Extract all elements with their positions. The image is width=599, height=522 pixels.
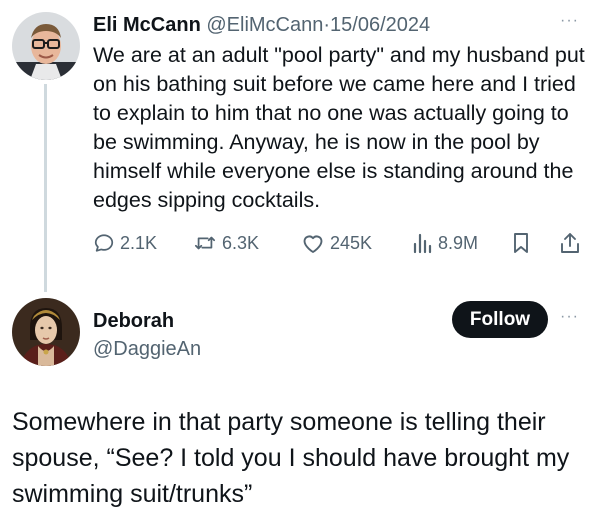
- bookmark-icon: [511, 232, 531, 254]
- reply-button[interactable]: 2.1K: [93, 228, 157, 258]
- tweet-text: We are at an adult "pool party" and my h…: [93, 43, 585, 212]
- views-count: 8.9M: [438, 232, 479, 253]
- reply-icon: [93, 232, 115, 254]
- thread-connector-line: [44, 84, 47, 292]
- author-handle[interactable]: @EliMcCann: [206, 14, 323, 36]
- like-count: 245K: [330, 232, 373, 253]
- reply-text: Somewhere in that party someone is telli…: [12, 408, 570, 508]
- heart-icon: [301, 232, 325, 254]
- reply-author-handle[interactable]: @DaggieAn: [93, 336, 201, 362]
- like-button[interactable]: 245K: [301, 228, 372, 258]
- share-button[interactable]: [559, 228, 581, 258]
- views-bar-chart-icon: [411, 232, 433, 254]
- repost-count: 6.3K: [222, 232, 260, 253]
- avatar-deborah[interactable]: [12, 298, 80, 366]
- views-button[interactable]: 8.9M: [411, 228, 478, 258]
- reply-author-name[interactable]: Deborah: [93, 308, 174, 334]
- reply-more-options-icon[interactable]: ···: [560, 308, 579, 326]
- follow-button[interactable]: Follow: [452, 301, 548, 338]
- tweet-header: Eli McCann @EliMcCann·15/06/2024: [93, 12, 430, 38]
- reply-count: 2.1K: [120, 232, 158, 253]
- author-name[interactable]: Eli McCann: [93, 14, 201, 36]
- tweet-date[interactable]: 15/06/2024: [330, 14, 430, 36]
- repost-icon: [193, 232, 217, 254]
- share-icon: [559, 232, 581, 254]
- repost-button[interactable]: 6.3K: [193, 228, 259, 258]
- bookmark-button[interactable]: [511, 228, 531, 258]
- tweet-action-bar: 2.1K 6.3K 245K 8.9M: [93, 228, 593, 258]
- avatar-eli-mccann[interactable]: [12, 12, 80, 80]
- tweet-more-options-icon[interactable]: ···: [560, 12, 579, 30]
